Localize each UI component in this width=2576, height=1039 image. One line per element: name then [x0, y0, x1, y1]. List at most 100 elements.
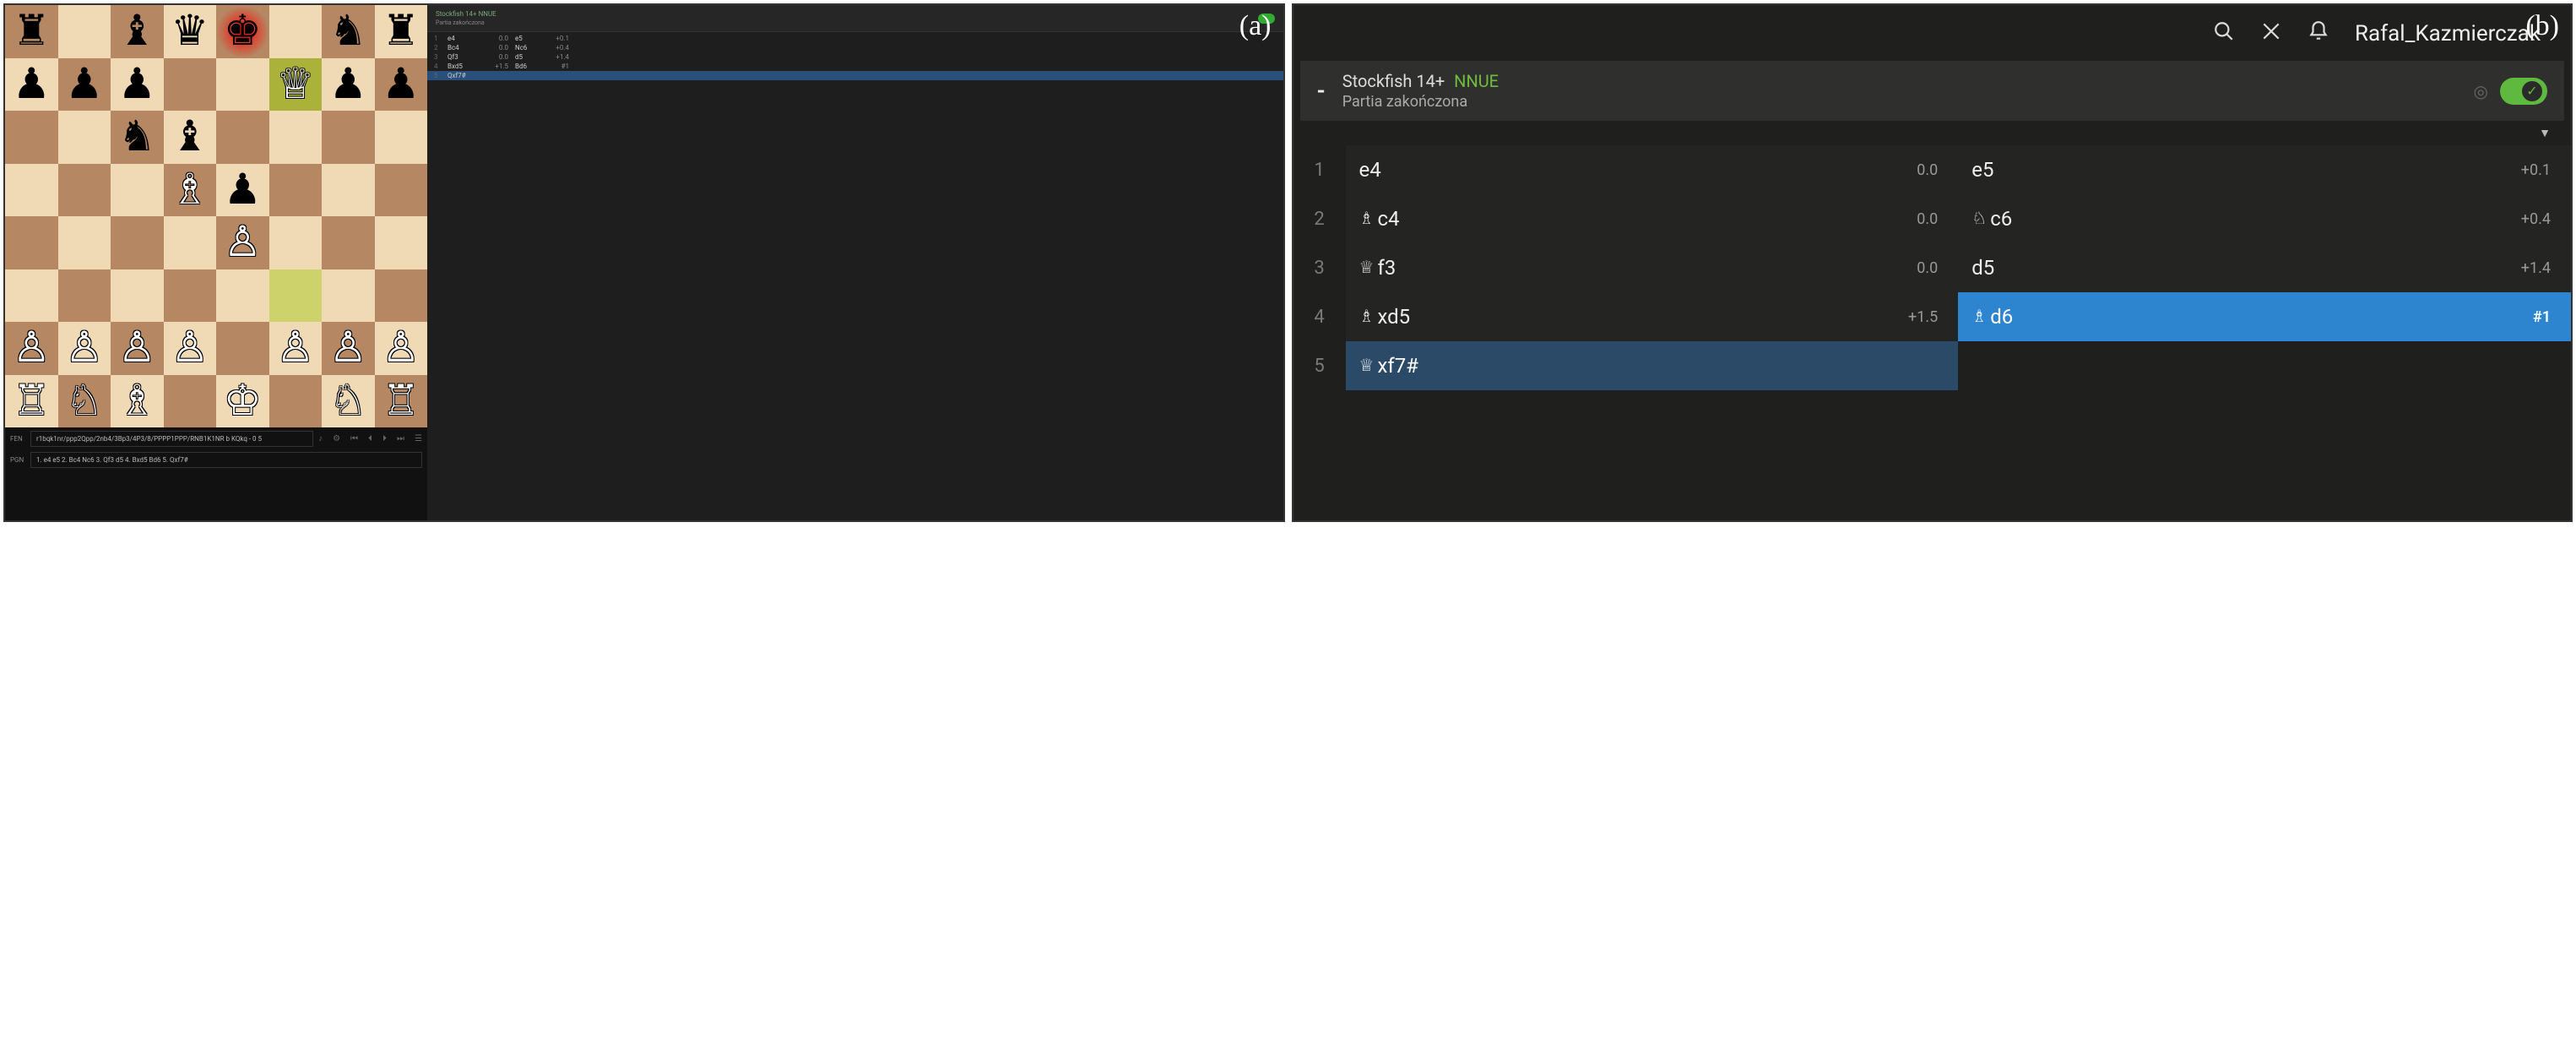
square-f4[interactable]: [269, 216, 323, 269]
piece-wp[interactable]: ♙: [58, 322, 111, 375]
square-b6[interactable]: [58, 111, 111, 164]
piece-wp[interactable]: ♙: [164, 322, 217, 375]
nav-next-icon[interactable]: ⏵: [382, 434, 387, 443]
piece-wp[interactable]: ♙: [216, 216, 269, 269]
square-d5[interactable]: ♗: [164, 164, 217, 217]
square-e6[interactable]: [216, 111, 269, 164]
square-a4[interactable]: [5, 216, 58, 269]
square-g2[interactable]: ♙: [322, 322, 375, 375]
piece-bb[interactable]: ♝: [111, 5, 164, 58]
nav-first-icon[interactable]: ⏮: [350, 434, 358, 443]
piece-bp[interactable]: ♟: [375, 58, 428, 112]
piece-wr[interactable]: ♖: [375, 375, 428, 428]
move-cell-black[interactable]: e5+0.1: [1958, 145, 2571, 194]
square-b1[interactable]: ♘: [58, 375, 111, 428]
piece-bp[interactable]: ♟: [58, 58, 111, 112]
square-c6[interactable]: ♞: [111, 111, 164, 164]
square-e8[interactable]: ♚: [216, 5, 269, 58]
side-move-list[interactable]: 1e40.0e5+0.12Bc40.0Nc6+0.43Qf30.0d5+1.44…: [427, 32, 1283, 82]
square-b2[interactable]: ♙: [58, 322, 111, 375]
square-d3[interactable]: [164, 269, 217, 323]
square-g1[interactable]: ♘: [322, 375, 375, 428]
piece-wp[interactable]: ♙: [5, 322, 58, 375]
move-cell-black[interactable]: d5+1.4: [1958, 243, 2571, 292]
square-h5[interactable]: [375, 164, 428, 217]
piece-br[interactable]: ♜: [5, 5, 58, 58]
piece-wb[interactable]: ♗: [164, 164, 217, 217]
menu-icon[interactable]: ☰: [415, 434, 422, 443]
square-b5[interactable]: [58, 164, 111, 217]
username-label[interactable]: Rafal_Kazmierczak: [2355, 21, 2541, 46]
fen-value[interactable]: r1bqk1nr/ppp2Qpp/2nb4/3Bp3/4P3/8/PPPP1PP…: [30, 431, 313, 447]
square-b4[interactable]: [58, 216, 111, 269]
mini-move-row[interactable]: 4Bxd5+1.5Bd6#1: [427, 62, 1283, 71]
square-c7[interactable]: ♟: [111, 58, 164, 112]
piece-wn[interactable]: ♘: [58, 375, 111, 428]
piece-bp[interactable]: ♟: [322, 58, 375, 112]
square-f1[interactable]: [269, 375, 323, 428]
square-g7[interactable]: ♟: [322, 58, 375, 112]
square-e1[interactable]: ♔: [216, 375, 269, 428]
square-e2[interactable]: [216, 322, 269, 375]
square-a6[interactable]: [5, 111, 58, 164]
nav-last-icon[interactable]: ⏭: [397, 434, 404, 443]
piece-bn[interactable]: ♞: [322, 5, 375, 58]
square-h6[interactable]: [375, 111, 428, 164]
square-d2[interactable]: ♙: [164, 322, 217, 375]
engine-toggle[interactable]: [2500, 78, 2547, 105]
piece-bp[interactable]: ♟: [111, 58, 164, 112]
move-cell-white[interactable]: ♕f30.0: [1346, 243, 1959, 292]
square-d6[interactable]: ♝: [164, 111, 217, 164]
square-h4[interactable]: [375, 216, 428, 269]
square-c1[interactable]: ♗: [111, 375, 164, 428]
square-g6[interactable]: [322, 111, 375, 164]
piece-bp[interactable]: ♟: [216, 164, 269, 217]
square-f3[interactable]: [269, 269, 323, 323]
square-c2[interactable]: ♙: [111, 322, 164, 375]
square-b7[interactable]: ♟: [58, 58, 111, 112]
square-a5[interactable]: [5, 164, 58, 217]
square-c3[interactable]: [111, 269, 164, 323]
piece-bk[interactable]: ♚: [216, 5, 269, 58]
move-cell-black[interactable]: ♘c6+0.4: [1958, 194, 2571, 243]
square-h7[interactable]: ♟: [375, 58, 428, 112]
square-d8[interactable]: ♛: [164, 5, 217, 58]
square-d4[interactable]: [164, 216, 217, 269]
chess-board[interactable]: ♜♝♛♚♞♜♟♟♟♕♟♟♞♝♗♟♙♙♙♙♙♙♙♙♖♘♗♔♘♖: [5, 5, 427, 427]
square-d1[interactable]: [164, 375, 217, 428]
square-c8[interactable]: ♝: [111, 5, 164, 58]
piece-wp[interactable]: ♙: [322, 322, 375, 375]
square-f8[interactable]: [269, 5, 323, 58]
square-g3[interactable]: [322, 269, 375, 323]
square-g5[interactable]: [322, 164, 375, 217]
square-h1[interactable]: ♖: [375, 375, 428, 428]
mini-move-row[interactable]: 3Qf30.0d5+1.4: [427, 52, 1283, 62]
mini-move-row[interactable]: 2Bc40.0Nc6+0.4: [427, 43, 1283, 52]
piece-wn[interactable]: ♘: [322, 375, 375, 428]
square-c5[interactable]: [111, 164, 164, 217]
square-c4[interactable]: [111, 216, 164, 269]
square-f7[interactable]: ♕: [269, 58, 323, 112]
piece-br[interactable]: ♜: [375, 5, 428, 58]
piece-bb[interactable]: ♝: [164, 111, 217, 164]
piece-bn[interactable]: ♞: [111, 111, 164, 164]
move-cell-white[interactable]: ♗xd5+1.5: [1346, 292, 1959, 341]
square-f2[interactable]: ♙: [269, 322, 323, 375]
piece-wb[interactable]: ♗: [111, 375, 164, 428]
square-e4[interactable]: ♙: [216, 216, 269, 269]
sound-icon[interactable]: ♪: [318, 434, 323, 443]
piece-wr[interactable]: ♖: [5, 375, 58, 428]
piece-wp[interactable]: ♙: [111, 322, 164, 375]
search-icon[interactable]: [2213, 20, 2235, 47]
gear-icon[interactable]: ⚙: [333, 434, 340, 443]
square-h2[interactable]: ♙: [375, 322, 428, 375]
move-cell-white[interactable]: ♕xf7#: [1346, 341, 1959, 390]
side-engine-toggle[interactable]: [1258, 14, 1275, 24]
pgn-value[interactable]: 1. e4 e5 2. Bc4 Nc6 3. Qf3 d5 4. Bxd5 Bd…: [30, 452, 422, 468]
piece-wp[interactable]: ♙: [375, 322, 428, 375]
move-cell-black[interactable]: ♗d6#1: [1958, 292, 2571, 341]
mini-move-row[interactable]: 1e40.0e5+0.1: [427, 34, 1283, 43]
move-cell-white[interactable]: ♗c40.0: [1346, 194, 1959, 243]
square-e5[interactable]: ♟: [216, 164, 269, 217]
square-e3[interactable]: [216, 269, 269, 323]
